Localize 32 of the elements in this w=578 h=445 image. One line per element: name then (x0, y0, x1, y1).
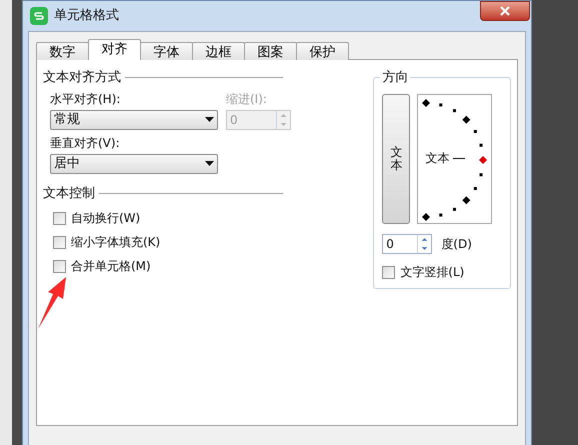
close-button[interactable] (480, 1, 530, 21)
checkbox[interactable] (53, 212, 66, 224)
tab[interactable]: 图案 (244, 42, 297, 60)
degree-label: 度(D) (441, 236, 472, 253)
checkbox-label: 文字竖排(L) (400, 264, 464, 281)
caret-icon (205, 161, 214, 166)
caret-icon (205, 117, 214, 122)
field-label: 缩进(I): (226, 90, 268, 108)
checkbox-label: 自动换行(W) (71, 210, 140, 227)
app-logo-icon (30, 7, 48, 25)
tab[interactable]: 对齐 (88, 39, 141, 60)
tab[interactable]: 边框 (192, 42, 245, 60)
checkbox-label: 合并单元格(M) (71, 258, 151, 275)
dropdown[interactable]: 居中 (50, 154, 218, 174)
tab[interactable]: 字体 (140, 42, 193, 60)
tab[interactable]: 保护 (296, 42, 349, 60)
tab[interactable]: 数字 (36, 42, 89, 60)
checkbox[interactable] (382, 266, 396, 278)
checkbox[interactable] (53, 260, 66, 272)
field-label: 水平对齐(H): (50, 90, 122, 108)
group-title: 文本对齐方式 (43, 69, 121, 87)
checkbox[interactable] (53, 236, 66, 248)
dial-text: 文本 (425, 152, 450, 164)
group-title: 文本控制 (43, 184, 95, 202)
vertical-text-button[interactable]: 文本 (382, 94, 410, 224)
window-title: 单元格格式 (54, 7, 119, 26)
number-spinner[interactable]: 0 (382, 234, 432, 254)
checkbox-label: 缩小字体填充(K) (71, 234, 160, 251)
close-icon (500, 6, 510, 16)
field-label: 垂直对齐(V): (50, 134, 121, 152)
dropdown[interactable]: 常规 (50, 110, 218, 130)
orientation-dial[interactable]: 文本 (417, 94, 492, 224)
